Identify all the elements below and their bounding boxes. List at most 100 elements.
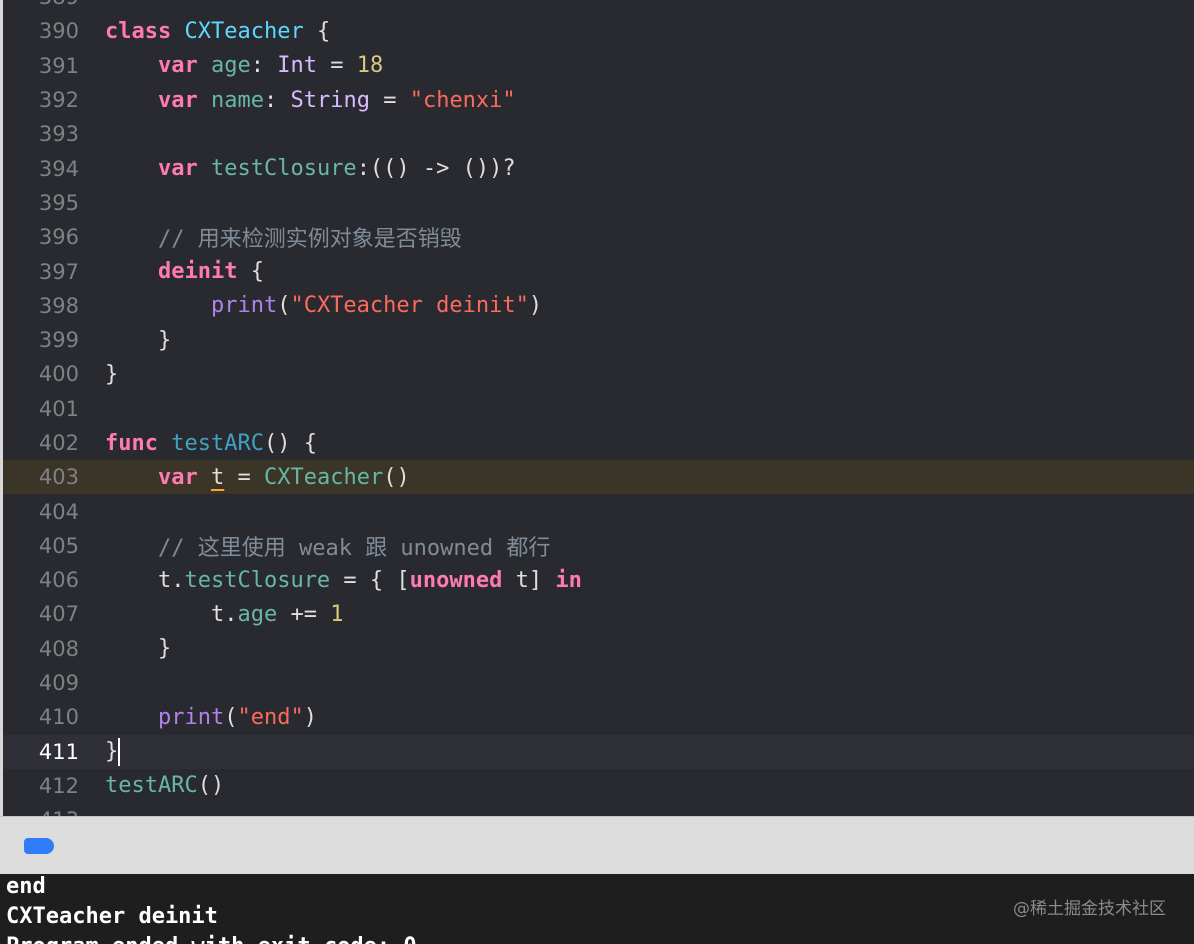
code-line[interactable]: 402 func testARC() { bbox=[3, 426, 1194, 460]
code-token: ) bbox=[528, 293, 543, 319]
code-token: t] bbox=[502, 567, 556, 593]
code-token: = bbox=[224, 464, 264, 490]
code-token: // 用来检测实例对象是否销毁 bbox=[157, 227, 462, 253]
code-token: } bbox=[105, 327, 172, 353]
code-text: testARC() bbox=[79, 773, 224, 798]
code-token: "CXTeacher deinit" bbox=[290, 293, 529, 319]
code-token: ( bbox=[277, 293, 291, 319]
code-token: t. bbox=[105, 601, 238, 627]
line-number: 406 bbox=[38, 568, 79, 593]
code-line[interactable]: 397 deinit { bbox=[3, 254, 1194, 288]
code-line[interactable]: 407 t.age += 1 bbox=[3, 597, 1194, 631]
code-token: () bbox=[383, 464, 410, 490]
line-number: 398 bbox=[38, 293, 79, 318]
code-token: : bbox=[250, 53, 278, 79]
line-number: 412 bbox=[38, 773, 79, 798]
console-line: Program ended with exit code: 0 bbox=[6, 934, 417, 944]
code-token: = bbox=[369, 87, 410, 113]
code-token: ) bbox=[303, 704, 317, 730]
code-line[interactable]: 399 } bbox=[3, 323, 1194, 357]
code-token: var bbox=[157, 464, 198, 490]
line-number: 389 bbox=[3, 0, 79, 9]
code-token: testARC bbox=[171, 430, 264, 456]
code-line[interactable]: 400} bbox=[3, 357, 1194, 391]
console-line: end bbox=[6, 874, 46, 899]
code-token: "end" bbox=[237, 704, 304, 730]
xcode-window: 389 390 class CXTeacher {391 var age: Int … bbox=[0, 0, 1194, 944]
line-number: 402 bbox=[38, 431, 79, 455]
code-token: } bbox=[105, 636, 172, 662]
code-line[interactable]: 410 print("end") bbox=[3, 700, 1194, 734]
code-token: class bbox=[105, 18, 172, 44]
code-text: } bbox=[79, 362, 118, 387]
code-line[interactable]: 389 bbox=[3, 0, 1194, 14]
code-token: deinit bbox=[157, 259, 238, 285]
code-line[interactable]: 393 bbox=[3, 117, 1194, 151]
code-line[interactable]: 405 // 这里使用 weak 跟 unowned 都行 bbox=[3, 529, 1194, 563]
code-token: () { bbox=[263, 430, 317, 456]
code-line[interactable]: 392 var name: String = "chenxi" bbox=[3, 83, 1194, 117]
code-text: } bbox=[79, 328, 171, 353]
line-number: 405 bbox=[38, 533, 79, 558]
console-output[interactable]: end CXTeacher deinit Program ended with … bbox=[0, 874, 1194, 944]
code-token: : bbox=[263, 87, 291, 113]
code-token: // 这里使用 weak 跟 unowned 都行 bbox=[157, 535, 551, 561]
debug-bar bbox=[0, 816, 1194, 874]
code-line[interactable]: 398 print("CXTeacher deinit") bbox=[3, 289, 1194, 323]
code-token: Int bbox=[277, 53, 317, 79]
code-text: } bbox=[79, 737, 121, 766]
code-line[interactable]: 406 t.testClosure = { [unowned t] in bbox=[3, 563, 1194, 597]
code-token: String bbox=[290, 87, 370, 113]
line-number: 403 bbox=[38, 465, 79, 490]
code-token: CXTeacher bbox=[263, 464, 384, 490]
toggle-variables-view-icon[interactable] bbox=[24, 838, 54, 854]
code-line[interactable]: 390 class CXTeacher { bbox=[3, 14, 1194, 48]
code-text: t.testClosure = { [unowned t] in bbox=[79, 568, 582, 593]
code-token: = { [ bbox=[330, 567, 410, 593]
code-line[interactable]: 413 bbox=[3, 803, 1194, 816]
code-line[interactable]: 395 bbox=[3, 186, 1194, 220]
code-editor[interactable]: 389 390 class CXTeacher {391 var age: Int … bbox=[0, 0, 1194, 816]
code-line[interactable]: 401 bbox=[3, 392, 1194, 426]
code-token: :(() -> ())? bbox=[356, 156, 516, 182]
code-line[interactable]: 408 } bbox=[3, 632, 1194, 666]
code-line[interactable]: 404 bbox=[3, 494, 1194, 528]
code-line[interactable]: 411} bbox=[3, 734, 1194, 769]
code-token: func bbox=[105, 430, 158, 456]
code-line[interactable]: 412 testARC() bbox=[3, 769, 1194, 803]
code-line[interactable]: 394 var testClosure:(() -> ())? bbox=[3, 151, 1194, 185]
code-token: in bbox=[555, 567, 582, 593]
code-text: // 用来检测实例对象是否销毁 bbox=[79, 221, 462, 253]
code-token: CXTeacher bbox=[184, 18, 304, 44]
code-line[interactable]: 391 var age: Int = 18 bbox=[3, 49, 1194, 83]
code-text: deinit { bbox=[79, 259, 264, 284]
code-text: print("CXTeacher deinit") bbox=[79, 293, 542, 318]
text-cursor bbox=[118, 737, 121, 766]
code-text: var testClosure:(() -> ())? bbox=[79, 156, 516, 181]
code-text: print("end") bbox=[79, 705, 317, 730]
code-text: var age: Int = 18 bbox=[79, 53, 383, 78]
code-token: { bbox=[303, 18, 331, 44]
code-line[interactable]: 396 // 用来检测实例对象是否销毁 bbox=[3, 220, 1194, 254]
code-text: var t = CXTeacher() bbox=[79, 465, 410, 490]
line-number: 408 bbox=[38, 636, 79, 661]
line-number: 395 bbox=[38, 190, 79, 215]
code-line[interactable]: 403 var t = CXTeacher() bbox=[3, 460, 1194, 495]
code-token: testClosure bbox=[210, 156, 357, 182]
line-number: 390 bbox=[38, 19, 79, 44]
editor-lines: 389 390 class CXTeacher {391 var age: Int … bbox=[3, 0, 1194, 816]
line-number: 397 bbox=[38, 259, 79, 284]
code-text: } bbox=[79, 636, 171, 661]
code-token: += bbox=[277, 601, 331, 627]
code-line[interactable]: 409 bbox=[3, 666, 1194, 700]
